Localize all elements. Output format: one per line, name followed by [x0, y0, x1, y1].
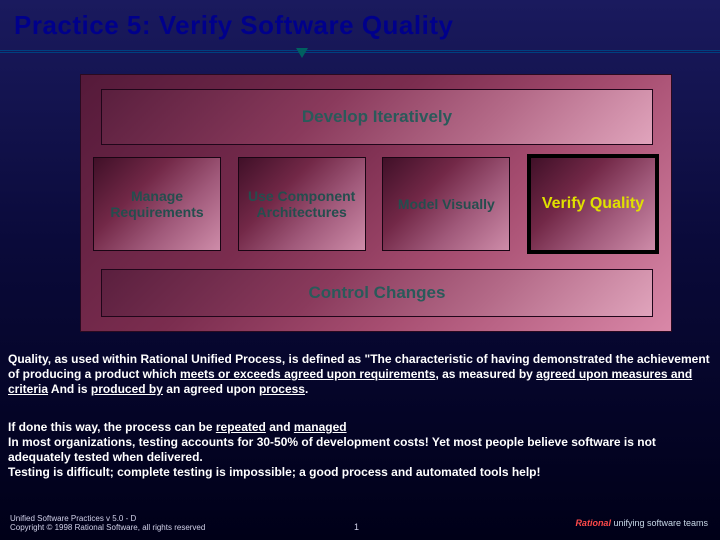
testing-notes: If done this way, the process can be rep… [8, 420, 708, 480]
bottom-band: Control Changes [101, 269, 653, 317]
brand-logo: Rational [575, 518, 611, 528]
text: , as measured by [435, 367, 536, 381]
text: process [259, 382, 305, 396]
text: and [266, 420, 294, 434]
box-component-arch: Use Component Architectures [238, 157, 366, 251]
box-model-visually: Model Visually [382, 157, 510, 251]
text: an agreed upon [163, 382, 259, 396]
page-title: Practice 5: Verify Software Quality [14, 10, 453, 41]
text: If done this way, the process can be [8, 420, 216, 434]
arrow-icon [296, 48, 308, 58]
footer-line: Unified Software Practices v 5.0 - D [10, 514, 205, 523]
brand: Rational unifying software teams [575, 518, 708, 528]
page-number: 1 [354, 522, 359, 532]
box-manage-requirements: Manage Requirements [93, 157, 221, 251]
brand-tagline: unifying software teams [611, 518, 708, 528]
text: meets or exceeds agreed upon requirement… [180, 367, 435, 381]
line: If done this way, the process can be rep… [8, 420, 708, 435]
text: . [305, 382, 308, 396]
top-band: Develop Iteratively [101, 89, 653, 145]
line: Testing is difficult; complete testing i… [8, 465, 708, 480]
text: And is [48, 382, 91, 396]
practices-diagram: Develop Iteratively Manage Requirements … [80, 74, 672, 332]
box-verify-quality: Verify Quality [527, 154, 659, 254]
text: managed [294, 420, 347, 434]
mid-row: Manage Requirements Use Component Archit… [93, 157, 659, 255]
title-rule [0, 50, 720, 53]
quality-definition: Quality, as used within Rational Unified… [8, 352, 718, 397]
text: produced by [91, 382, 163, 396]
line: In most organizations, testing accounts … [8, 435, 708, 465]
text: repeated [216, 420, 266, 434]
footer: Unified Software Practices v 5.0 - D Cop… [10, 514, 205, 532]
footer-line: Copyright © 1998 Rational Software, all … [10, 523, 205, 532]
